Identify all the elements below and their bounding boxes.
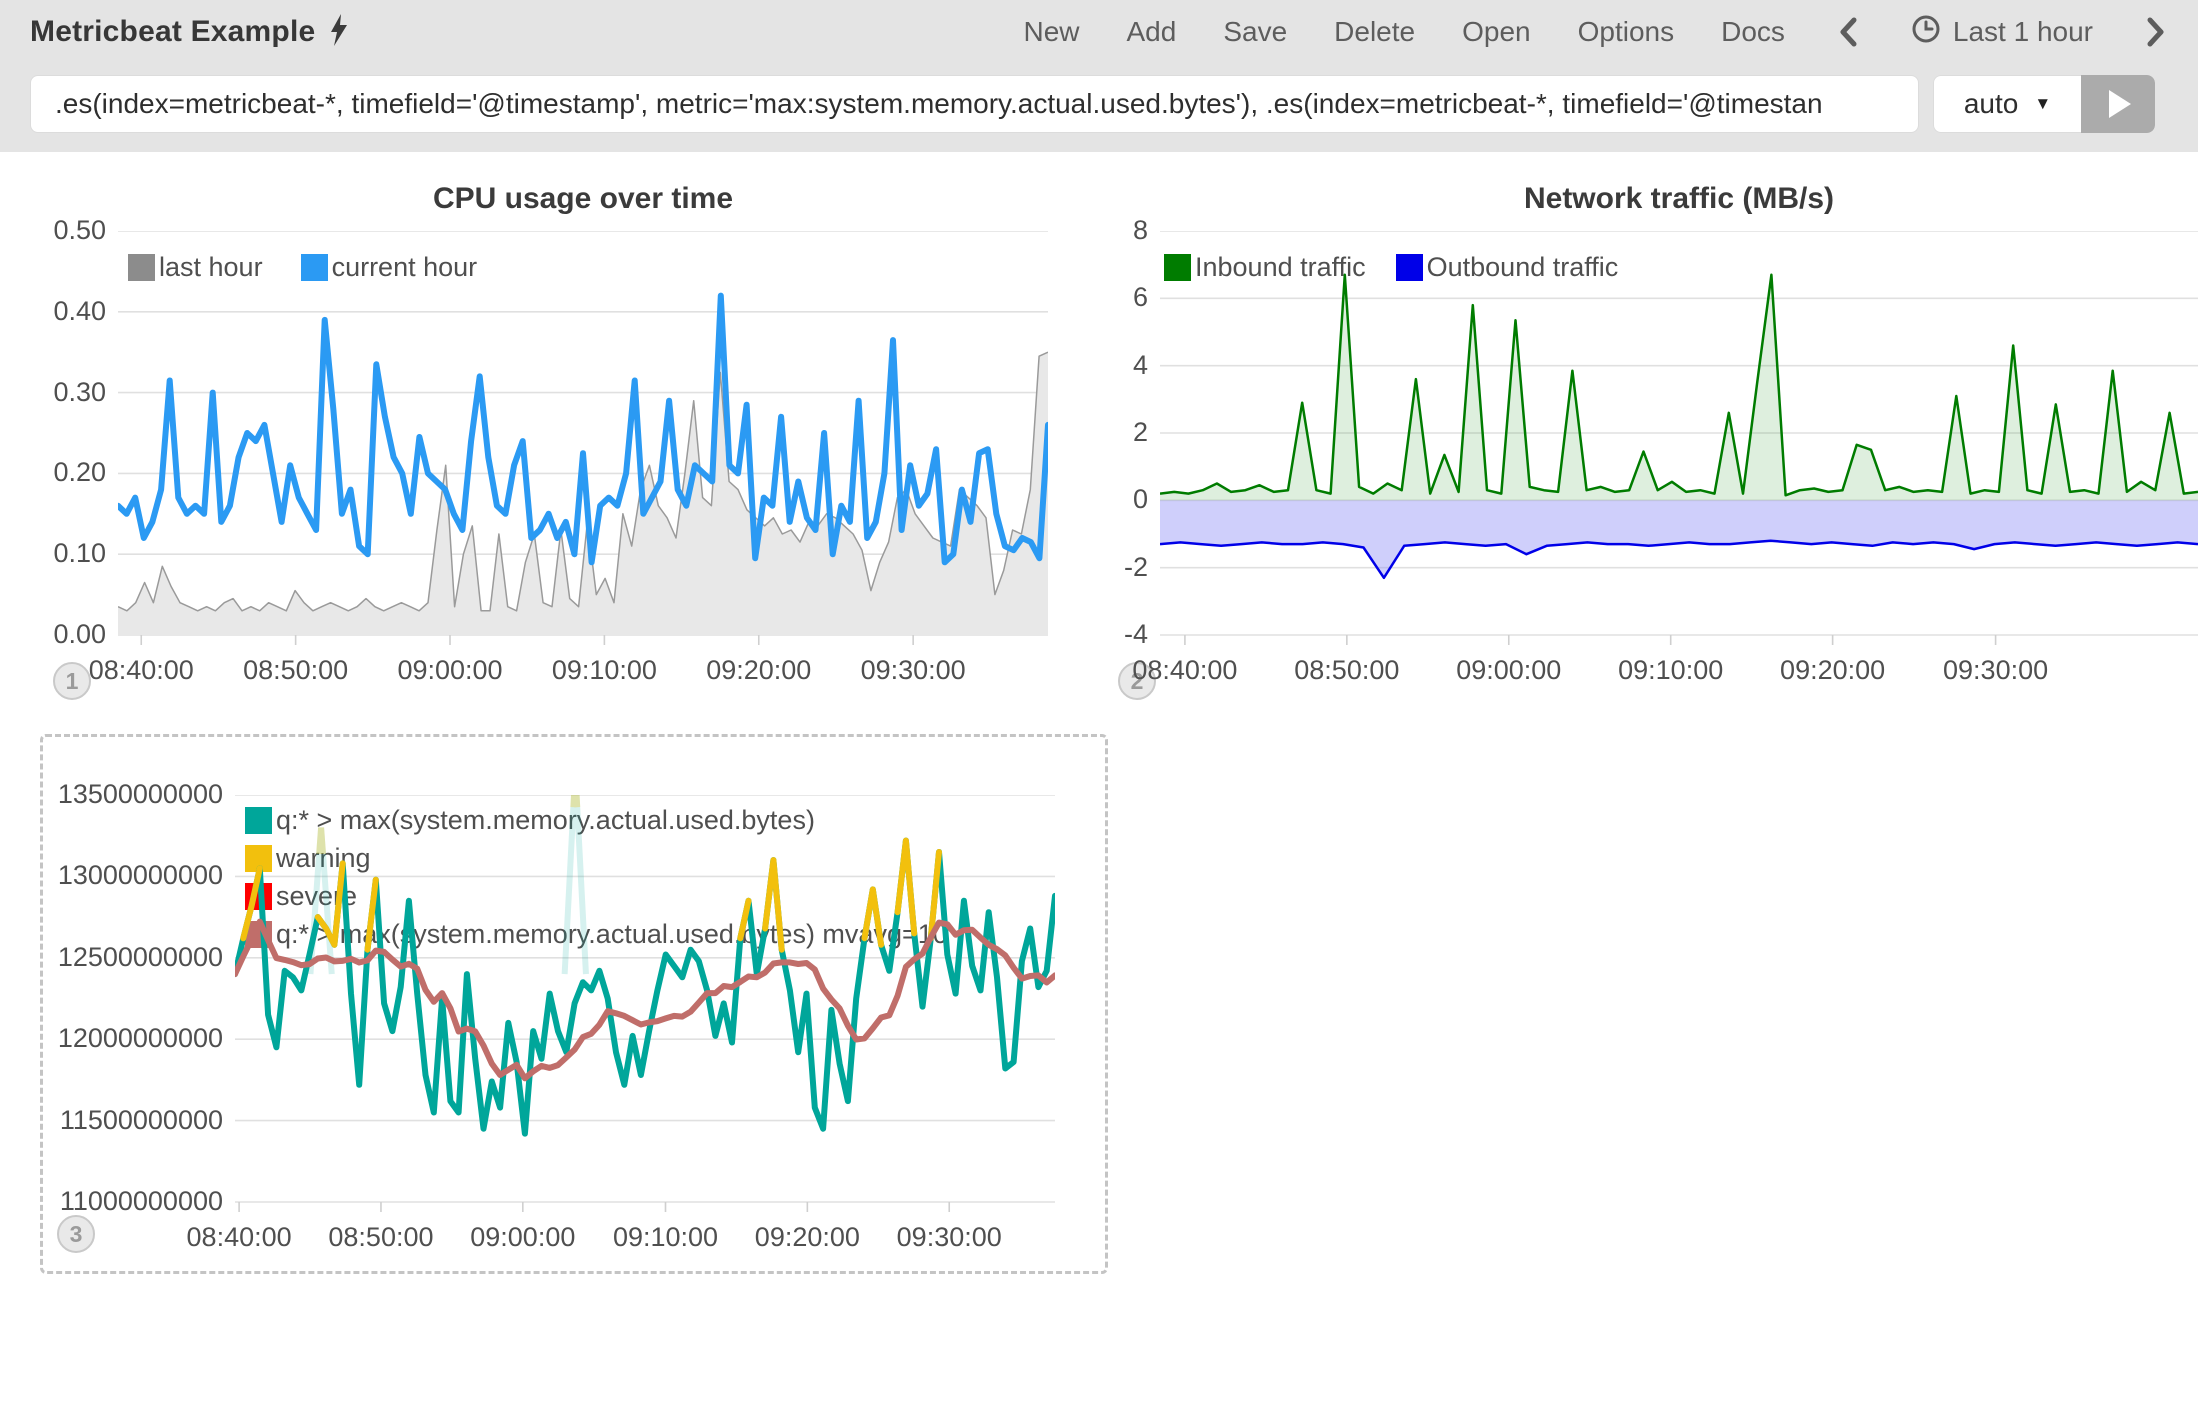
network-chart-title: Network traffic (MB/s): [1160, 182, 2198, 216]
toolbar-menu: New Add Save Delete Open Options Docs La…: [1023, 14, 2172, 51]
panel-badge-1: 1: [53, 662, 91, 700]
x-tick-label: 09:10:00: [552, 655, 657, 686]
network-traffic-panel[interactable]: Network traffic (MB/s) Inbound traffic O…: [1118, 168, 2198, 713]
x-tick-label: 08:50:00: [243, 655, 348, 686]
cpu-usage-panel[interactable]: CPU usage over time last hour current ho…: [40, 168, 1052, 713]
x-tick-label: 08:50:00: [1294, 655, 1399, 686]
x-tick-label: 09:20:00: [706, 655, 811, 686]
x-tick-label: 09:00:00: [397, 655, 502, 686]
y-tick-label: 12500000000: [43, 942, 223, 973]
y-tick-label: 4: [1118, 350, 1148, 381]
chevron-down-icon: ▼: [2034, 94, 2051, 114]
y-tick-label: 0.30: [40, 377, 106, 408]
menu-delete[interactable]: Delete: [1334, 16, 1415, 48]
x-tick-label: 09:30:00: [897, 1222, 1002, 1253]
chart-plot-area[interactable]: [1160, 231, 2198, 647]
x-tick-label: 09:30:00: [1943, 655, 2048, 686]
kibana-timelion-page: Metricbeat Example New Add Save Delete O…: [0, 0, 2198, 1406]
app-title: Metricbeat Example: [30, 15, 315, 49]
y-tick-label: 0: [1118, 484, 1148, 515]
timelion-query-input[interactable]: .es(index=metricbeat-*, timefield='@time…: [30, 75, 1919, 133]
time-forward-chevron-icon[interactable]: [2146, 17, 2166, 47]
x-tick-label: 09:30:00: [861, 655, 966, 686]
menu-save[interactable]: Save: [1223, 16, 1287, 48]
y-tick-label: 0.10: [40, 538, 106, 569]
x-tick-label: 09:10:00: [613, 1222, 718, 1253]
x-tick-label: 08:40:00: [1132, 655, 1237, 686]
x-tick-label: 09:10:00: [1618, 655, 1723, 686]
menu-docs[interactable]: Docs: [1721, 16, 1785, 48]
menu-add[interactable]: Add: [1127, 16, 1177, 48]
memory-panel-selected[interactable]: q:* > max(system.memory.actual.used.byte…: [40, 734, 1108, 1274]
x-tick-label: 09:00:00: [1456, 655, 1561, 686]
lightning-bolt-icon: [329, 14, 349, 51]
play-icon: [2109, 90, 2131, 118]
cpu-chart-title: CPU usage over time: [118, 182, 1048, 216]
x-tick-label: 08:50:00: [328, 1222, 433, 1253]
top-navbar: Metricbeat Example New Add Save Delete O…: [0, 0, 2198, 64]
y-tick-label: -2: [1118, 552, 1148, 583]
y-tick-label: 13500000000: [43, 779, 223, 810]
x-tick-label: 09:20:00: [1780, 655, 1885, 686]
y-tick-label: 0.40: [40, 296, 106, 327]
y-tick-label: -4: [1118, 619, 1148, 650]
interval-value: auto: [1964, 88, 2019, 120]
y-tick-label: 13000000000: [43, 860, 223, 891]
x-tick-label: 09:20:00: [755, 1222, 860, 1253]
y-tick-label: 11000000000: [43, 1186, 223, 1217]
x-tick-label: 08:40:00: [89, 655, 194, 686]
x-tick-label: 08:40:00: [187, 1222, 292, 1253]
panel-badge-3: 3: [57, 1215, 95, 1253]
run-query-button[interactable]: [2081, 75, 2155, 133]
x-tick-label: 09:00:00: [470, 1222, 575, 1253]
y-tick-label: 12000000000: [43, 1023, 223, 1054]
y-tick-label: 0.50: [40, 215, 106, 246]
query-bar: .es(index=metricbeat-*, timefield='@time…: [0, 64, 2198, 152]
y-tick-label: 6: [1118, 282, 1148, 313]
time-back-chevron-icon[interactable]: [1838, 17, 1858, 47]
time-range-label: Last 1 hour: [1953, 16, 2093, 48]
y-tick-label: 0.20: [40, 457, 106, 488]
menu-new[interactable]: New: [1023, 16, 1079, 48]
menu-options[interactable]: Options: [1578, 16, 1675, 48]
interval-select[interactable]: auto ▼: [1933, 75, 2081, 133]
y-tick-label: 11500000000: [43, 1105, 223, 1136]
clock-icon: [1911, 14, 1941, 51]
y-tick-label: 2: [1118, 417, 1148, 448]
chart-plot-area[interactable]: [118, 231, 1048, 647]
chart-plot-area[interactable]: [235, 795, 1055, 1214]
y-tick-label: 8: [1118, 215, 1148, 246]
y-tick-label: 0.00: [40, 619, 106, 650]
time-picker[interactable]: Last 1 hour: [1911, 14, 2093, 51]
menu-open[interactable]: Open: [1462, 16, 1531, 48]
